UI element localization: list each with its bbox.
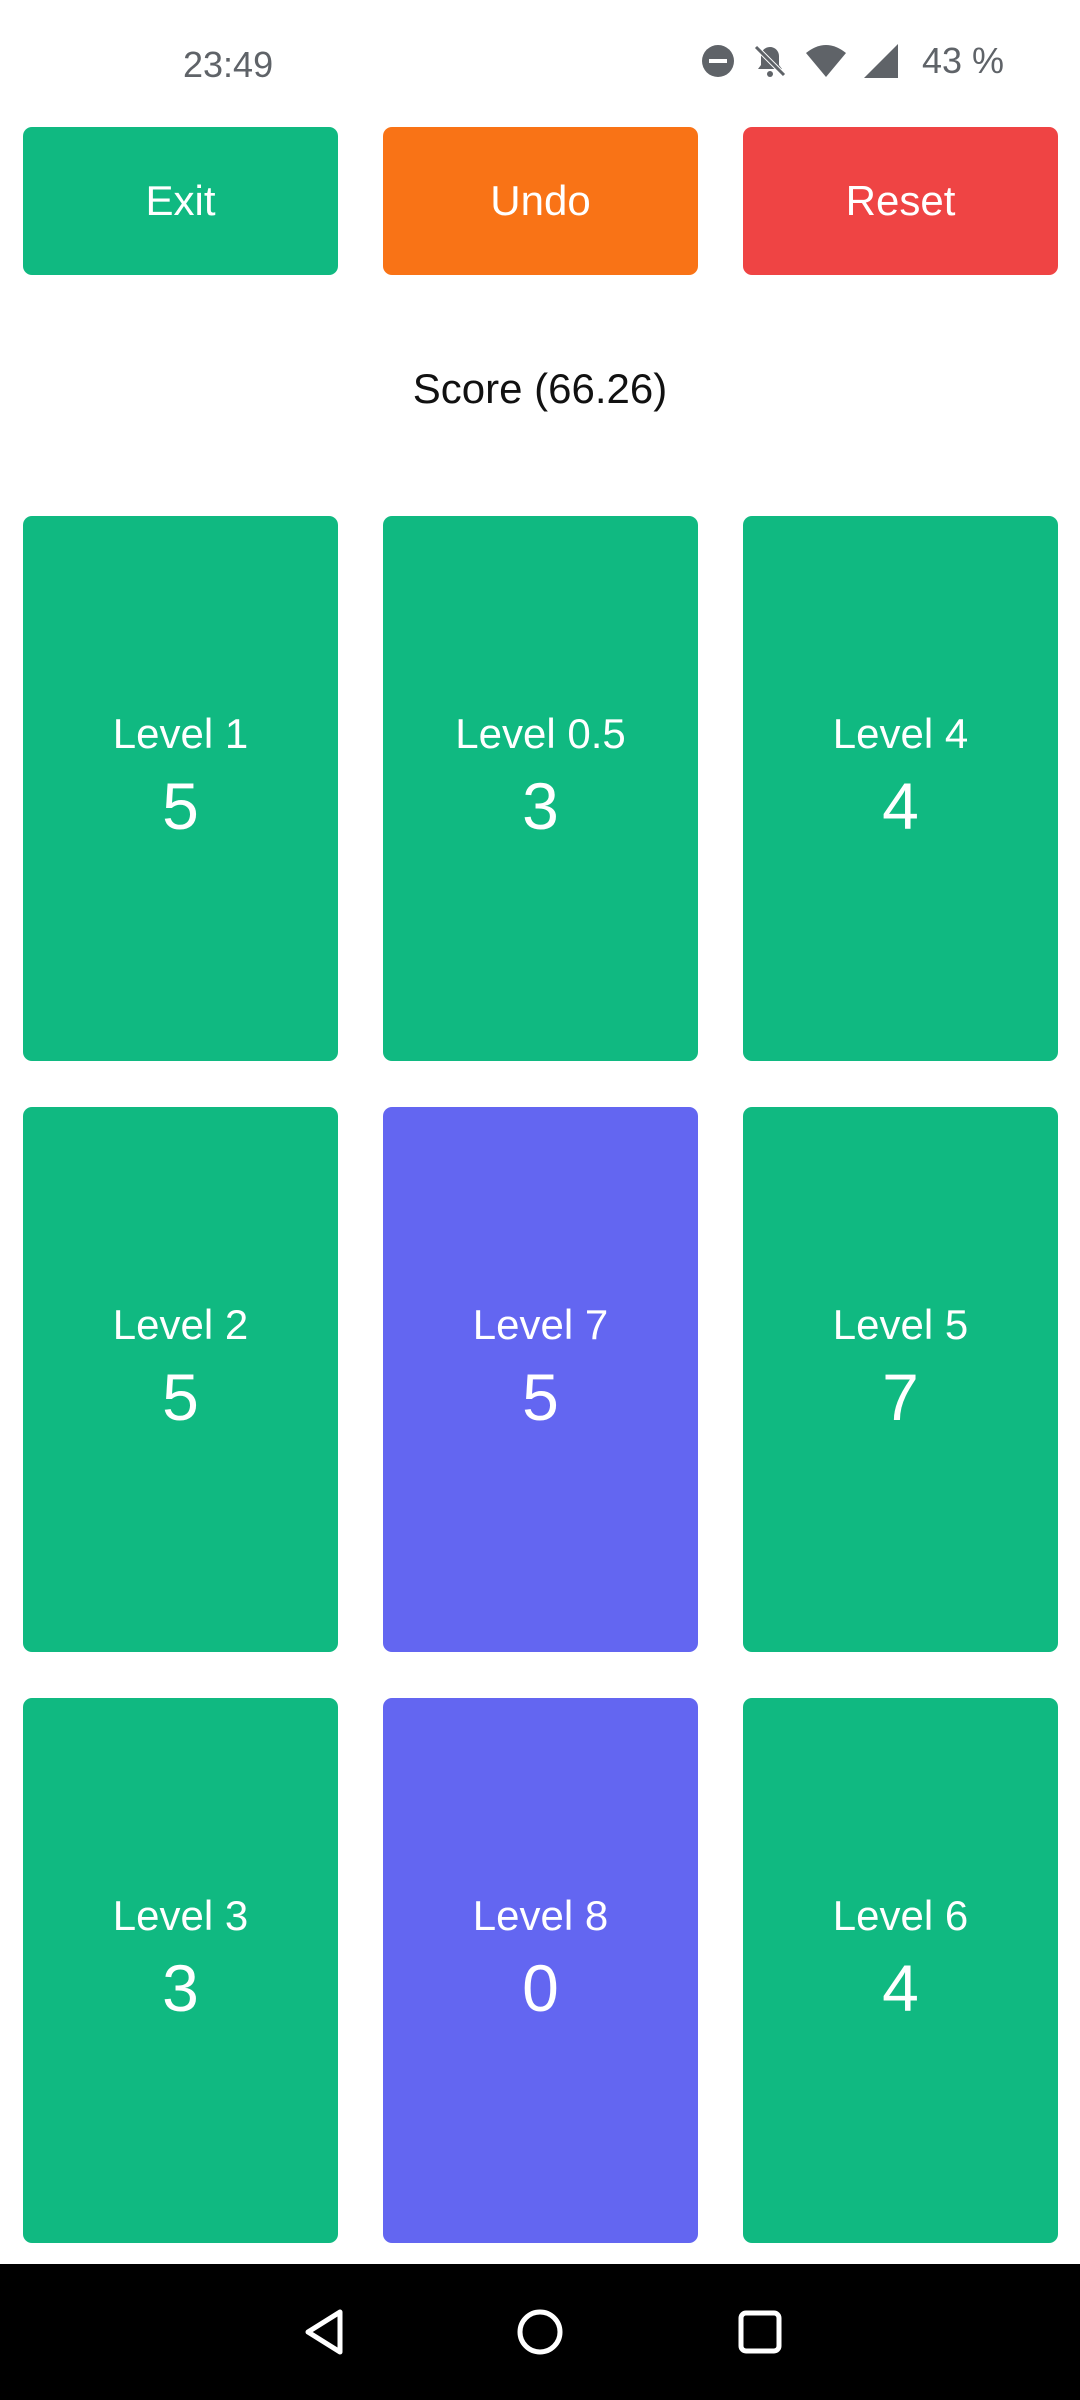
level-label: Level 0.5 [455, 710, 626, 758]
recents-icon [738, 2310, 782, 2354]
level-label: Level 2 [112, 1301, 249, 1349]
level-count: 4 [882, 769, 919, 844]
level-label: Level 5 [832, 1301, 969, 1349]
level-count: 3 [162, 1951, 199, 2026]
level-label: Level 8 [472, 1892, 609, 1940]
recents-button[interactable] [728, 2300, 792, 2364]
level-count: 7 [882, 1360, 919, 1435]
level-tile[interactable]: Level 5 7 [743, 1107, 1058, 1652]
status-icons: 43 % [700, 40, 1004, 82]
level-count: 5 [162, 1360, 199, 1435]
level-tile[interactable]: Level 8 0 [383, 1698, 698, 2243]
home-icon [517, 2309, 563, 2355]
level-tile[interactable]: Level 6 4 [743, 1698, 1058, 2243]
exit-button[interactable]: Exit [23, 127, 338, 275]
level-tile[interactable]: Level 0.5 3 [383, 516, 698, 1061]
back-button[interactable] [292, 2300, 356, 2364]
level-tile[interactable]: Level 2 5 [23, 1107, 338, 1652]
level-count: 4 [882, 1951, 919, 2026]
level-label: Level 6 [832, 1892, 969, 1940]
status-time: 23:49 [183, 44, 274, 85]
level-label: Level 3 [112, 1892, 249, 1940]
reset-button[interactable]: Reset [743, 127, 1058, 275]
level-label: Level 1 [112, 710, 249, 758]
level-tile[interactable]: Level 7 5 [383, 1107, 698, 1652]
do-not-disturb-icon [700, 43, 736, 79]
back-icon [305, 2309, 343, 2355]
level-tile[interactable]: Level 1 5 [23, 516, 338, 1061]
level-tile[interactable]: Level 3 3 [23, 1698, 338, 2243]
undo-button[interactable]: Undo [383, 127, 698, 275]
notifications-off-icon [750, 41, 790, 81]
level-count: 5 [162, 769, 199, 844]
wifi-icon [804, 43, 848, 79]
level-count: 5 [522, 1360, 559, 1435]
level-count: 3 [522, 769, 559, 844]
screen: 23:49 43 % Exit Undo Reset Score (66.26)… [0, 0, 1080, 2400]
signal-icon [862, 42, 900, 80]
level-count: 0 [522, 1951, 559, 2026]
score-label: Score (66.26) [412, 365, 668, 412]
level-label: Level 7 [472, 1301, 609, 1349]
level-tile[interactable]: Level 4 4 [743, 516, 1058, 1061]
level-label: Level 4 [832, 710, 969, 758]
navigation-bar [0, 2264, 1080, 2400]
home-button[interactable] [508, 2300, 572, 2364]
battery-percentage: 43 % [921, 40, 1004, 81]
status-bar: 23:49 43 % [0, 0, 1080, 120]
